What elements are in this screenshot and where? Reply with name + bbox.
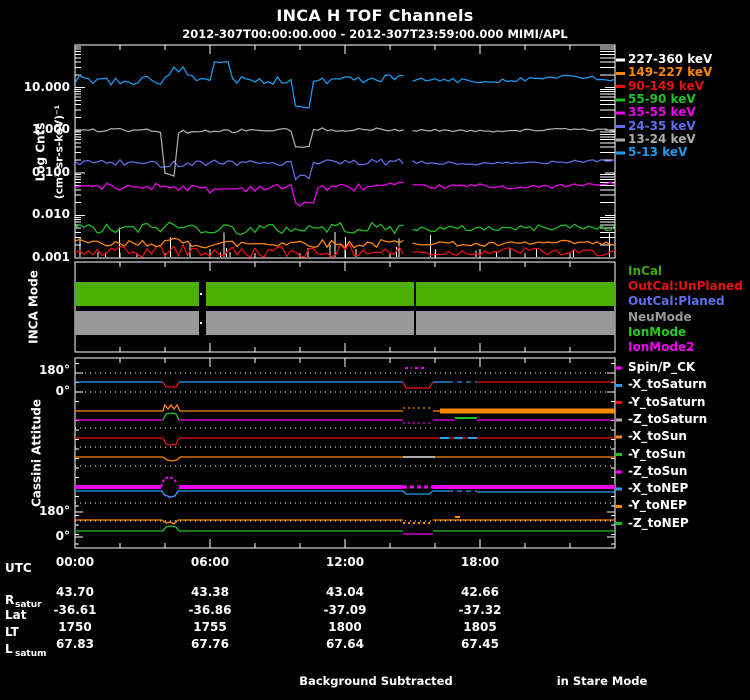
ephemeris-value: 67.64 [326,637,364,651]
flux-trace-13-24keV [75,127,404,177]
flux-legend-label: 35-55 keV [628,105,696,120]
attitude-legend-label: -Y_toSaturn [628,394,706,409]
attitude-legend-label: -Y_toSun [628,446,686,461]
flux-trace-5-13keV [412,74,615,84]
flux-legend-label: 90-149 keV [628,78,704,93]
ephemeris-value: 43.70 [56,585,94,599]
attitude-trace-XtoSaturn [162,381,180,388]
attitude-trace-ZtoSaturn [162,412,180,421]
ephemeris-row-label: LT [5,625,19,639]
attitude-legend-label: -X_toSun [628,429,687,444]
mode-bar-NeuMode [206,311,414,335]
ephemeris-row-sublabel: satum [15,649,47,659]
utc-tick-label: 06:00 [190,555,230,569]
mode-bar-IonMode [75,282,199,306]
mode-legend-label: InCal [628,264,663,278]
mode-bar-IonMode [206,282,414,306]
inca-tof-plot-page: INCA H TOF Channels 2012-307T00:00:00.00… [0,0,750,700]
ephemeris-value: -37.32 [458,603,502,617]
mode-axis-label: INCA Mode [26,270,41,344]
flux-legend-label: 149-227 keV [628,65,713,80]
ephemeris-value: 1800 [328,620,362,634]
attitude-trace-XtoSun [162,437,180,446]
flux-trace-13-24keV [412,127,615,133]
flux-trace-149-227keV [75,237,404,249]
mode-panel-frame [74,261,616,353]
mode-gap-dot [200,293,202,295]
ephemeris-value: 43.04 [326,585,364,599]
flux-ytick-label: 0.100 [32,164,70,179]
flux-ytick-label: 10.000 [23,79,70,94]
flux-axis-units-label: (cm²-sr-s-keV)⁻¹ [53,104,66,200]
attitude-trace-ZtoNEP [162,525,180,532]
time-range-subtitle: 2012-307T00:00:00.000 - 2012-307T23:59:0… [182,27,568,41]
attitude-trace-XtoNEP [161,490,179,498]
ephemeris-value: -36.61 [53,603,97,617]
flux-ytick-label: 0.010 [32,207,70,222]
flux-legend-label: 13-24 keV [628,131,696,146]
footer-note-background: Background Subtracted [299,674,453,688]
flux-legend-label: 24-35 keV [628,118,696,133]
flux-trace-35-55keV [412,181,615,190]
mode-legend-label: IonMode2 [628,340,695,354]
ephemeris-row-label: L [5,642,13,656]
attitude-trace-ZtoSun [160,475,178,488]
flux-trace-35-55keV [75,181,404,207]
mode-legend-label: NeuMode [628,309,692,324]
flux-ytick-label: 0.001 [32,250,70,264]
flux-legend-label: 5-13 keV [628,145,688,160]
flux-trace-55-90keV [412,223,615,233]
attitude-ytick-label: 0° [55,529,70,543]
utc-tick-label: 12:00 [325,555,365,569]
ephemeris-value: 43.38 [191,585,229,599]
ephemeris-value: -36.86 [188,603,232,617]
utc-tick-label: 18:00 [460,555,500,569]
flux-trace-24-35keV [412,158,615,166]
mode-legend-label: OutCal:UnPlaned [628,279,743,294]
page-title: INCA H TOF Channels [276,6,474,25]
attitude-trace-XtoSaturn [402,381,434,389]
utc-tick-label: 00:00 [55,555,95,569]
flux-trace-149-227keV [412,239,615,248]
ephemeris-value: 1750 [58,620,92,634]
attitude-axis-label: Cassini Attitude [29,398,44,508]
attitude-ytick-label: 180° [38,504,70,518]
attitude-legend-label: -X_toNEP [628,481,689,496]
flux-trace-90-149keV [412,246,615,257]
attitude-legend-label: -Z_toSun [628,463,688,478]
ephemeris-value: 67.45 [461,637,499,651]
flux-ytick-label: 1.000 [32,122,70,137]
attitude-legend-label: -Y_toNEP [628,498,687,513]
flux-legend-label: 55-90 keV [628,91,696,106]
flux-trace-55-90keV [75,221,404,236]
attitude-trace-YtoSun [162,456,181,462]
attitude-legend-label: -Z_toNEP [628,515,689,530]
attitude-ytick-label: 0° [55,384,70,398]
mode-bar-IonMode [416,282,615,306]
mode-legend-label: IonMode [628,324,687,339]
utc-row-label: UTC [5,561,32,575]
attitude-trace-XtoNEP [402,490,434,495]
mode-bar-NeuMode [75,311,199,335]
ephemeris-value: 42.66 [461,585,499,599]
flux-legend-label: 227-360 keV [628,52,713,66]
footer-note-staremode: in Stare Mode [556,674,648,688]
ephemeris-value: 67.83 [56,637,94,651]
flux-trace-24-35keV [75,158,404,181]
attitude-ytick-label: 180° [38,363,70,377]
mode-legend-label: OutCal:Planed [628,294,725,309]
ephemeris-value: 67.76 [191,637,229,651]
attitude-trace-YtoSaturn [162,403,181,412]
ephemeris-row-label: Lat [5,608,27,622]
attitude-legend-label: Spin/P_CK [628,360,696,374]
ephemeris-value: 1805 [463,620,497,634]
ephemeris-value: -37.09 [323,603,367,617]
attitude-legend-label: -Z_toSaturn [628,411,708,426]
mode-gap-dot [200,322,202,324]
ephemeris-row-label: R [5,593,15,607]
flux-trace-5-13keV [75,60,404,109]
attitude-legend-label: -X_toSaturn [628,377,707,392]
mode-bar-NeuMode [416,311,615,335]
ephemeris-value: 1755 [193,620,227,634]
